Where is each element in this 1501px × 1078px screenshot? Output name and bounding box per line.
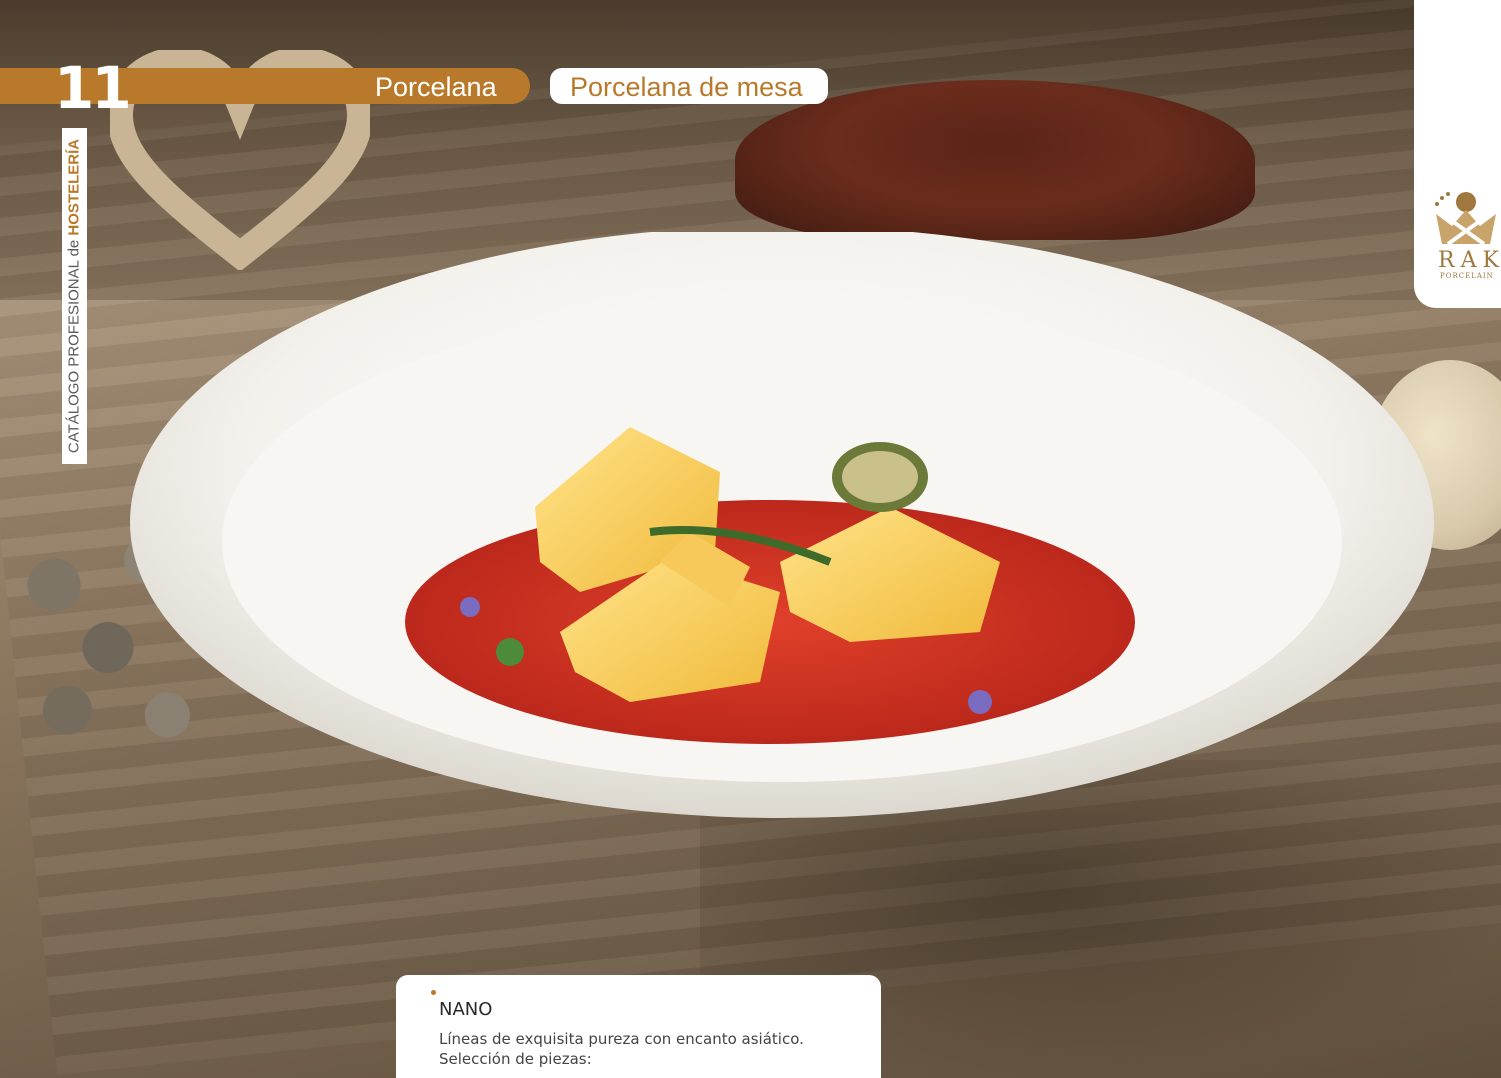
- brand-name: RAK: [1438, 248, 1501, 273]
- brand-subtitle: PORCELAIN: [1440, 272, 1494, 280]
- side-catalog-label: CATÁLOGO PROFESIONAL de HOSTELERÍA: [62, 128, 87, 464]
- description-line-1: Líneas de exquisita pureza con encanto a…: [439, 1030, 804, 1048]
- product-description: Líneas de exquisita pureza con encanto a…: [439, 1029, 859, 1069]
- side-label-prefix: CATÁLOGO PROFESIONAL de: [65, 235, 83, 454]
- section-title: Porcelana: [375, 72, 497, 102]
- photo-clay-pot: [735, 80, 1255, 240]
- description-line-2: Selección de piezas:: [439, 1050, 592, 1068]
- product-name: NANO: [439, 999, 493, 1020]
- product-photo: [0, 0, 1501, 1078]
- photo-plate: [130, 232, 1434, 818]
- subsection-title: Porcelana de mesa: [570, 72, 803, 102]
- page-number: 11: [54, 54, 132, 122]
- bullet-dot: [431, 990, 436, 995]
- side-label-emphasis: HOSTELERÍA: [65, 138, 83, 236]
